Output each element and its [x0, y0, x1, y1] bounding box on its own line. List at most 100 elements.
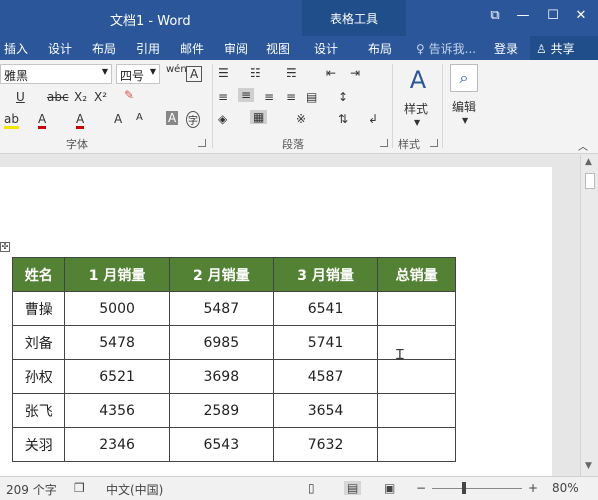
search-icon[interactable]: ⌕ [450, 64, 478, 92]
table-cell[interactable]: 6521 [64, 359, 170, 394]
sort-icon[interactable]: ⇅ [338, 112, 348, 126]
enclosed-character-button[interactable]: 字 [186, 111, 200, 128]
table-cell[interactable]: 3654 [272, 393, 379, 428]
tab-review[interactable]: 审阅 [224, 40, 248, 57]
table-cell[interactable]: 孙权 [11, 359, 66, 394]
table-cell[interactable]: 5000 [64, 291, 170, 326]
paragraph-dialog-launcher[interactable] [380, 139, 388, 147]
close-button[interactable]: ✕ [570, 6, 592, 26]
highlight-button[interactable]: ab [4, 112, 19, 129]
tab-references[interactable]: 引用 [136, 40, 160, 57]
header-cell[interactable]: 总销量 [377, 257, 456, 292]
share-button[interactable]: ♙ 共享 [530, 36, 598, 60]
ribbon-display-options-button[interactable]: ⧉ [484, 6, 506, 26]
justify-icon[interactable]: ≡ [286, 90, 296, 104]
line-spacing-icon[interactable]: ↕ [338, 90, 348, 104]
bullets-icon[interactable]: ☰ [218, 66, 229, 80]
font-color-button[interactable]: A [38, 112, 47, 129]
increase-indent-icon[interactable]: ⇥ [350, 66, 360, 80]
editing-button[interactable]: 编辑 [452, 98, 476, 115]
word-count[interactable]: 209 个字 [6, 481, 57, 498]
header-cell[interactable]: 3 月销量 [272, 257, 379, 292]
decrease-indent-icon[interactable]: ⇤ [326, 66, 336, 80]
underline-button[interactable]: U [16, 90, 25, 104]
zoom-slider[interactable] [432, 488, 522, 489]
shrink-font-button[interactable]: A [136, 112, 143, 123]
tab-view[interactable]: 视图 [266, 40, 290, 57]
font-name-box[interactable]: 雅黑 ▼ [0, 64, 112, 84]
multilevel-list-icon[interactable]: ☴ [286, 66, 297, 80]
header-cell[interactable]: 1 月销量 [64, 257, 170, 292]
table-cell[interactable]: 6543 [168, 427, 274, 462]
tab-table-design[interactable]: 设计 [314, 40, 338, 57]
table-cell[interactable]: 刘备 [11, 325, 66, 360]
borders-icon[interactable]: ▦ [250, 110, 268, 124]
distributed-icon[interactable]: ▤ [306, 90, 317, 104]
asian-layout-icon[interactable]: ※ [296, 112, 306, 126]
maximize-button[interactable]: ☐ [542, 6, 564, 26]
table-cell[interactable]: 3698 [168, 359, 274, 394]
phonetic-guide-button[interactable]: wén [166, 64, 187, 75]
table-cell[interactable]: 5487 [168, 291, 274, 326]
table-cell[interactable]: 5478 [64, 325, 170, 360]
signin-link[interactable]: 登录 [494, 40, 518, 57]
table-cell[interactable] [377, 291, 456, 326]
header-cell[interactable]: 2 月销量 [168, 257, 274, 292]
table-cell[interactable] [377, 325, 456, 360]
vertical-scrollbar[interactable]: ▲ ▼ [580, 155, 598, 476]
table-cell[interactable] [377, 359, 456, 394]
web-layout-icon[interactable]: ▣ [384, 481, 395, 495]
font-size-box[interactable]: 四号 ▼ [116, 64, 160, 84]
styles-icon[interactable]: A [402, 66, 434, 98]
language-indicator[interactable]: 中文(中国) [106, 481, 163, 498]
zoom-out-button[interactable]: − [416, 481, 426, 495]
tab-design[interactable]: 设计 [48, 40, 72, 57]
tab-insert[interactable]: 插入 [4, 40, 28, 57]
table-cell[interactable] [377, 427, 456, 462]
font-dialog-launcher[interactable] [198, 139, 206, 147]
scroll-up-icon[interactable]: ▲ [585, 157, 592, 167]
collapse-ribbon-icon[interactable]: ︿ [578, 138, 588, 153]
numbering-icon[interactable]: ☷ [250, 66, 261, 80]
superscript-button[interactable]: X² [94, 90, 107, 104]
read-mode-icon[interactable]: ▯ [308, 481, 315, 495]
align-center-icon[interactable]: ≡ [238, 88, 255, 102]
align-left-icon[interactable]: ≡ [218, 90, 228, 104]
table-cell[interactable]: 6541 [272, 291, 379, 326]
scroll-thumb[interactable] [585, 173, 595, 189]
clear-formatting-icon[interactable]: ✎ [124, 88, 134, 102]
document-page[interactable]: ✣ 姓名 1 月销量 2 月销量 3 月销量 总销量 曹操 5000 5487 … [0, 167, 552, 476]
grow-font-button[interactable]: A [114, 112, 122, 126]
proofing-icon[interactable]: ❒ [74, 481, 85, 495]
table-cell[interactable]: 6985 [168, 325, 274, 360]
tab-layout[interactable]: 布局 [92, 40, 116, 57]
table-move-handle-icon[interactable]: ✣ [0, 242, 10, 252]
table-cell[interactable]: 4587 [272, 359, 379, 394]
tab-mailings[interactable]: 邮件 [180, 40, 204, 57]
table-cell[interactable]: 5741 [272, 325, 379, 360]
table-cell[interactable]: 曹操 [11, 291, 66, 326]
zoom-level[interactable]: 80% [552, 481, 579, 495]
table-cell[interactable]: 4356 [64, 393, 170, 428]
zoom-in-button[interactable]: + [528, 481, 538, 495]
tab-table-layout[interactable]: 布局 [368, 40, 392, 57]
zoom-slider-thumb[interactable] [462, 482, 466, 494]
strikethrough-button[interactable]: abc [47, 90, 69, 104]
header-cell[interactable]: 姓名 [11, 257, 66, 292]
shading-icon[interactable]: ◈ [218, 112, 227, 126]
minimize-button[interactable]: — [512, 6, 534, 26]
table-cell[interactable]: 7632 [272, 427, 379, 462]
show-marks-icon[interactable]: ↲ [368, 112, 378, 126]
tell-me-search[interactable]: ♀ 告诉我... [416, 40, 476, 57]
enclose-char-button[interactable]: A [186, 66, 203, 82]
styles-button[interactable]: 样式 [404, 100, 428, 117]
sales-table[interactable]: 姓名 1 月销量 2 月销量 3 月销量 总销量 曹操 5000 5487 65… [11, 257, 456, 462]
print-layout-icon[interactable]: ▤ [344, 481, 362, 495]
character-shading-button[interactable]: A [166, 111, 179, 125]
scroll-down-icon[interactable]: ▼ [585, 461, 592, 471]
table-cell[interactable]: 2346 [64, 427, 170, 462]
text-effects-button[interactable]: A [76, 112, 85, 129]
styles-dialog-launcher[interactable] [430, 139, 438, 147]
table-cell[interactable] [377, 393, 456, 428]
table-cell[interactable]: 关羽 [11, 427, 66, 462]
